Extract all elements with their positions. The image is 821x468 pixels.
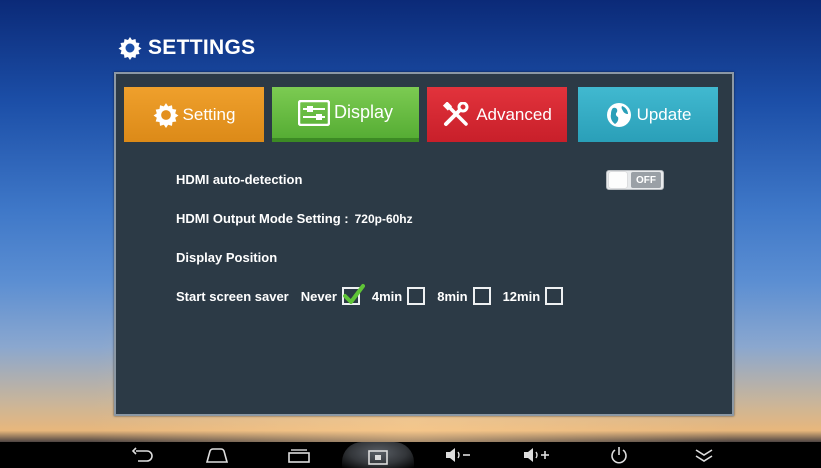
- option-label: Never: [300, 288, 337, 304]
- screen-saver-label: Start screen saver: [176, 288, 289, 304]
- screen-saver-option-4min[interactable]: 4min: [371, 287, 426, 305]
- hdmi-auto-detection-row: HDMI auto-detection: [176, 172, 302, 187]
- toggle-knob: [609, 172, 627, 188]
- power-button[interactable]: [605, 442, 633, 468]
- hdmi-output-mode-label: HDMI Output Mode Setting :: [176, 211, 349, 226]
- tab-advanced-label: Advanced: [476, 104, 552, 124]
- hdmi-auto-detection-toggle[interactable]: OFF: [606, 170, 664, 190]
- screen-saver-option-8min[interactable]: 8min: [437, 287, 491, 305]
- display-position-label: Display Position: [176, 250, 278, 265]
- settings-header: SETTINGS: [118, 36, 255, 60]
- tab-setting[interactable]: Setting: [124, 87, 264, 142]
- option-label: 4min: [371, 288, 403, 304]
- tab-update[interactable]: Update: [578, 87, 718, 142]
- hdmi-output-mode-row[interactable]: HDMI Output Mode Setting : 720p-60hz: [176, 211, 413, 226]
- home-button[interactable]: [203, 442, 231, 468]
- recents-icon: [288, 449, 310, 463]
- screenshot-button[interactable]: [364, 442, 392, 468]
- recents-button[interactable]: [285, 442, 313, 468]
- hdmi-output-mode-value: 720p-60hz: [354, 211, 413, 226]
- back-icon: [131, 447, 153, 462]
- checkbox[interactable]: [472, 287, 491, 305]
- tools-icon: [443, 101, 469, 126]
- screen-saver-row: Start screen saver Never 4min 8min 12min: [176, 284, 564, 305]
- hide-navbar-button[interactable]: [690, 442, 718, 468]
- screen-saver-option-never[interactable]: Never: [300, 284, 365, 305]
- screenshot-icon: [368, 450, 388, 465]
- volume-down-icon: [446, 448, 470, 462]
- settings-panel: Setting Display Advanced Update HDMI aut…: [114, 72, 734, 416]
- tab-display[interactable]: Display: [272, 87, 419, 142]
- tab-update-label: Update: [636, 104, 692, 124]
- tab-advanced[interactable]: Advanced: [427, 87, 567, 142]
- volume-up-icon: [524, 448, 549, 462]
- checkbox-checked[interactable]: [341, 284, 365, 305]
- globe-icon: [606, 102, 631, 127]
- screen-saver-option-12min[interactable]: 12min: [503, 287, 564, 305]
- tab-display-label: Display: [333, 102, 394, 122]
- gear-icon: [118, 37, 142, 60]
- option-label: 12min: [502, 288, 541, 304]
- volume-up-button[interactable]: [520, 442, 552, 468]
- toggle-state-label: OFF: [631, 172, 661, 188]
- option-label: 8min: [437, 288, 468, 304]
- hdmi-auto-detection-label: HDMI auto-detection: [176, 172, 303, 187]
- tab-setting-label: Setting: [182, 104, 236, 124]
- back-button[interactable]: [128, 442, 156, 468]
- display-position-row[interactable]: Display Position: [176, 250, 277, 265]
- volume-down-button[interactable]: [442, 442, 474, 468]
- power-icon: [611, 447, 627, 464]
- display-sliders-icon: [297, 99, 330, 126]
- checkbox[interactable]: [407, 287, 426, 305]
- home-icon: [205, 448, 229, 463]
- page-title: SETTINGS: [148, 36, 256, 59]
- checkmark-icon: [342, 284, 365, 304]
- checkbox[interactable]: [545, 287, 564, 305]
- hide-bar-icon: [695, 449, 713, 462]
- gear-icon: [153, 102, 178, 128]
